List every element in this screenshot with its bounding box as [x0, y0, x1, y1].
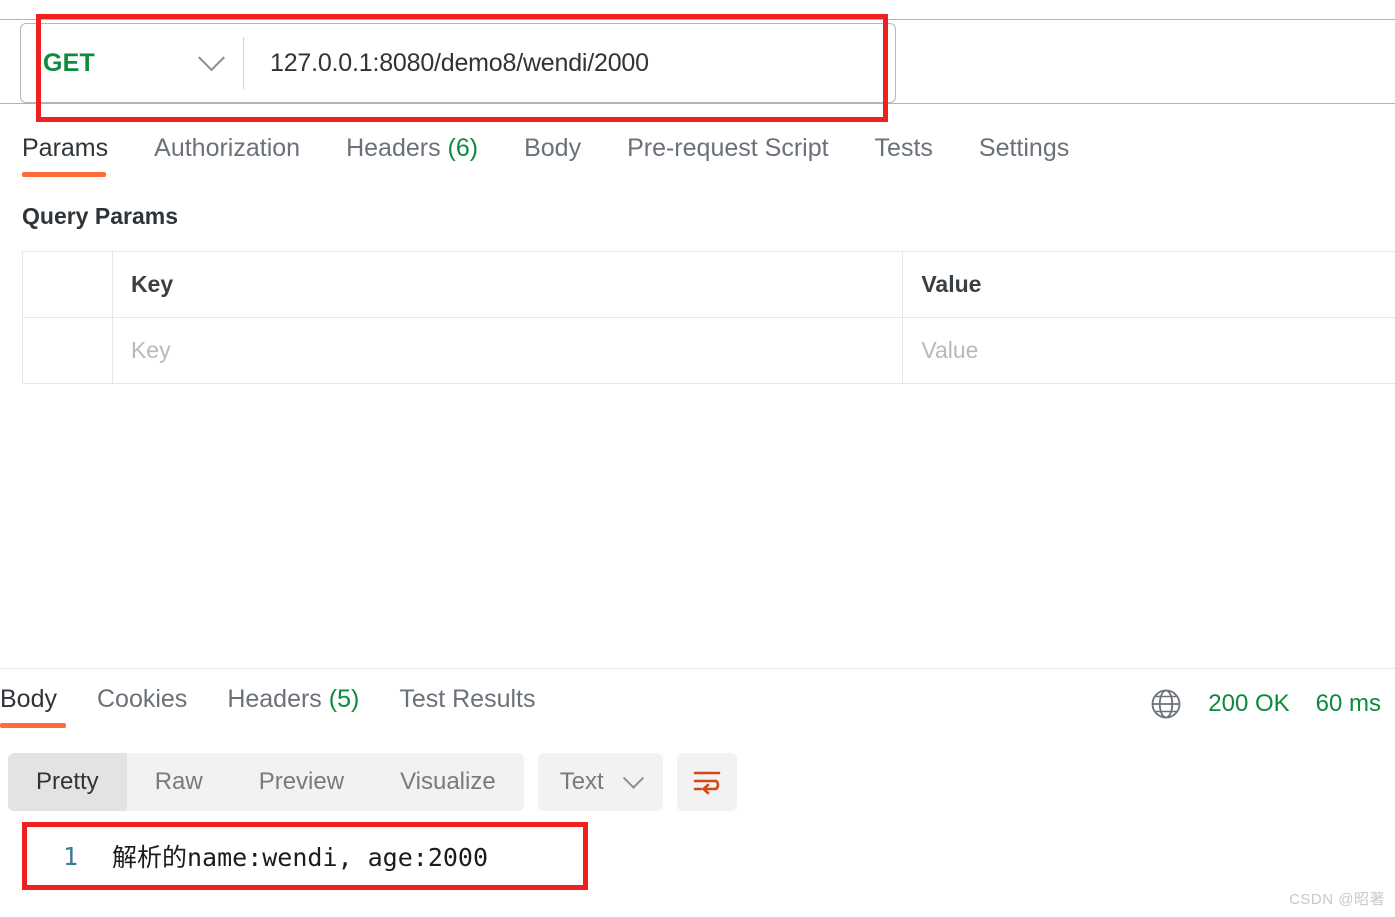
response-status-bar: 200 OK 60 ms	[1150, 688, 1381, 720]
response-body-content[interactable]: 1 解析的name:wendi, age:2000	[22, 822, 588, 890]
view-option-raw-label: Raw	[154, 768, 203, 795]
view-option-raw[interactable]: Raw	[127, 753, 231, 811]
response-format-label: Text	[559, 768, 604, 795]
view-option-pretty-label: Pretty	[36, 768, 99, 795]
param-value-input[interactable]: Value	[903, 318, 1395, 383]
tab-tests-label: Tests	[874, 134, 933, 162]
tab-pre-request-script-label: Pre-request Script	[627, 134, 829, 162]
response-body-text: 解析的name:wendi, age:2000	[112, 843, 489, 872]
param-key-input[interactable]: Key	[113, 318, 904, 383]
tab-body-label: Body	[524, 134, 582, 162]
chevron-down-icon	[622, 767, 644, 789]
response-tab-test-results[interactable]: Test Results	[399, 685, 535, 728]
view-option-visualize[interactable]: Visualize	[372, 753, 524, 811]
word-wrap-icon	[693, 771, 721, 795]
http-method-label: GET	[43, 48, 95, 77]
query-params-table: Key Value Key Value	[22, 251, 1395, 384]
word-wrap-button[interactable]	[676, 753, 737, 811]
view-option-preview-label: Preview	[258, 768, 345, 795]
tab-settings-label: Settings	[978, 134, 1070, 162]
table-header-row: Key Value	[23, 252, 1395, 318]
response-tab-body[interactable]: Body	[0, 685, 66, 728]
response-tab-headers-count: (5)	[328, 685, 360, 713]
chevron-down-icon	[198, 43, 225, 71]
view-option-preview[interactable]: Preview	[231, 753, 372, 811]
header-cell-value: Value	[921, 271, 982, 297]
http-method-select[interactable]: GET	[21, 24, 243, 102]
tab-headers-label: Headers	[346, 134, 441, 162]
response-tab-body-label: Body	[0, 685, 57, 713]
response-body-toolbar: Pretty Raw Preview Visualize Text	[8, 753, 737, 811]
response-time: 60 ms	[1315, 690, 1381, 717]
response-tab-test-results-label: Test Results	[399, 685, 536, 713]
response-section-divider	[0, 668, 1395, 669]
tab-params[interactable]: Params	[22, 134, 108, 177]
line-number: 1	[62, 841, 78, 871]
watermark: CSDN @昭著	[1289, 891, 1385, 908]
status-code: 200 OK	[1208, 690, 1290, 717]
tab-authorization[interactable]: Authorization	[154, 134, 300, 177]
url-row-top-rule	[0, 19, 1395, 20]
url-row-bottom-rule	[0, 103, 1395, 104]
view-option-visualize-label: Visualize	[400, 768, 496, 795]
response-format-select[interactable]: Text	[537, 753, 663, 811]
tab-params-label: Params	[22, 134, 109, 162]
response-tab-headers[interactable]: Headers (5)	[227, 685, 359, 728]
view-option-pretty[interactable]: Pretty	[8, 753, 127, 811]
query-params-title: Query Params	[22, 203, 178, 229]
request-tabs: Params Authorization Headers (6) Body Pr…	[22, 134, 1069, 177]
response-tab-cookies-label: Cookies	[96, 685, 188, 713]
header-cell-key: Key	[113, 252, 904, 317]
tab-authorization-label: Authorization	[154, 134, 301, 162]
tab-pre-request-script[interactable]: Pre-request Script	[627, 134, 828, 177]
tab-tests[interactable]: Tests	[875, 134, 933, 177]
tab-headers[interactable]: Headers (6)	[346, 134, 478, 177]
tab-body[interactable]: Body	[524, 134, 581, 177]
response-tab-cookies[interactable]: Cookies	[97, 685, 187, 728]
request-url-input[interactable]: 127.0.0.1:8080/demo8/wendi/2000	[244, 49, 895, 78]
response-tab-headers-label: Headers	[227, 685, 322, 713]
tab-headers-count: (6)	[447, 134, 479, 162]
request-url-bar: GET 127.0.0.1:8080/demo8/wendi/2000	[20, 23, 896, 103]
table-row: Key Value	[23, 318, 1395, 384]
tab-settings[interactable]: Settings	[979, 134, 1069, 177]
response-tabs: Body Cookies Headers (5) Test Results	[0, 685, 576, 728]
globe-icon	[1151, 689, 1181, 719]
header-cell-checkbox	[23, 252, 113, 317]
response-view-switch: Pretty Raw Preview Visualize	[8, 753, 524, 811]
row-checkbox[interactable]	[23, 318, 113, 383]
